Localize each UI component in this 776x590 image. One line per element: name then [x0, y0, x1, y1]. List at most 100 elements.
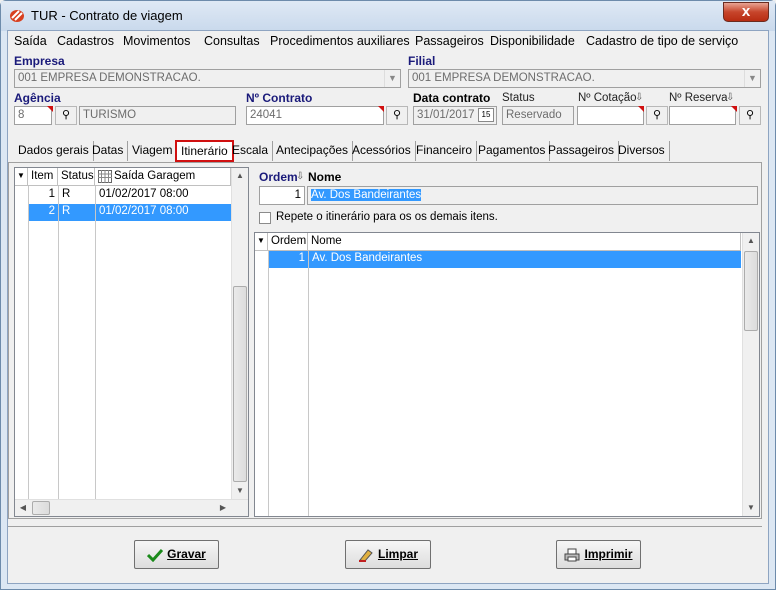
status-value: Reservado	[506, 109, 562, 121]
tab-viagem[interactable]: Viagem	[128, 141, 178, 161]
scroll-up-icon[interactable]: ▲	[232, 171, 248, 180]
menu-disponibilidade[interactable]: Disponibilidade	[490, 34, 575, 48]
data-contrato-label: Data contrato	[413, 91, 491, 105]
sort-down-icon: ⇩	[726, 92, 735, 103]
tab-label: Pagamentos	[478, 143, 546, 157]
contrato-value: 24041	[250, 109, 282, 121]
clear-label: Limpar	[377, 547, 418, 561]
agencia-label: Agência	[14, 91, 61, 105]
scroll-up-icon[interactable]: ▲	[743, 236, 759, 245]
binoculars-icon[interactable]: ⚲	[739, 106, 761, 125]
filial-label: Filial	[408, 54, 436, 68]
tab-escala[interactable]: Escala	[228, 141, 274, 161]
sort-down-icon: ⇩	[296, 171, 305, 182]
itinerary-grid[interactable]: ▼ Ordem Nome 1 Av. Dos Bandeirantes ▲ ▼	[254, 232, 760, 517]
scroll-right-icon[interactable]: ▶	[215, 503, 231, 512]
cotacao-label: Nº Cotação	[578, 92, 637, 104]
chevron-down-icon[interactable]: ▼	[744, 70, 760, 87]
menu-passageiros[interactable]: Passageiros	[415, 34, 484, 48]
tab-label: Antecipações	[276, 143, 349, 157]
row1-status[interactable]: R	[59, 187, 95, 204]
col-ordem[interactable]: Ordem	[268, 233, 308, 251]
scroll-left-icon[interactable]: ◀	[15, 503, 31, 512]
contrato-label: Nº Contrato	[246, 91, 313, 105]
vertical-scrollbar[interactable]: ▲ ▼	[742, 233, 759, 516]
print-button[interactable]: Imprimir	[556, 540, 641, 569]
nome-label: Nome	[308, 170, 342, 184]
tab-label: Dados gerais	[18, 143, 89, 157]
title-bar: TUR - Contrato de viagem x	[1, 1, 775, 31]
save-button[interactable]: Gravar	[134, 540, 219, 569]
binoculars-icon[interactable]: ⚲	[386, 106, 408, 125]
row1-saida[interactable]: 01/02/2017 08:00	[96, 187, 231, 204]
menu-consultas[interactable]: Consultas	[204, 34, 260, 48]
calendar-grid-icon	[98, 170, 112, 183]
row2-saida[interactable]: 01/02/2017 08:00	[96, 204, 231, 221]
tab-antecipacoes[interactable]: Antecipações	[272, 141, 354, 161]
required-marker	[638, 106, 644, 112]
required-marker	[47, 106, 53, 112]
itin-row1-nome[interactable]: Av. Dos Bandeirantes	[309, 251, 741, 268]
agencia-code: 8	[18, 109, 25, 121]
grid-menu-icon[interactable]: ▼	[255, 233, 268, 251]
tab-dados-gerais[interactable]: Dados gerais	[14, 141, 94, 161]
reserva-label: Nº Reserva	[669, 92, 728, 104]
scroll-thumb[interactable]	[32, 501, 50, 515]
reserva-field[interactable]	[669, 106, 736, 125]
app-icon	[10, 10, 24, 22]
status-label: Status	[502, 92, 535, 104]
chevron-down-icon[interactable]: ▼	[384, 70, 400, 87]
print-label: Imprimir	[584, 547, 633, 561]
ordem-field[interactable]: 1	[259, 186, 305, 205]
tab-pagamentos[interactable]: Pagamentos	[474, 141, 551, 161]
binoculars-icon[interactable]: ⚲	[55, 106, 77, 125]
repeat-checkbox[interactable]	[259, 212, 271, 224]
col-nome[interactable]: Nome	[308, 233, 741, 251]
close-button[interactable]: x	[723, 2, 769, 22]
itin-row1-ordem[interactable]: 1	[269, 251, 308, 268]
filial-combo[interactable]: 001 EMPRESA DEMONSTRACAO.	[408, 69, 761, 88]
tab-label: Itinerário	[181, 144, 228, 158]
row2-item[interactable]: 2	[29, 204, 58, 221]
tab-datas[interactable]: Datas	[88, 141, 129, 161]
tab-passageiros[interactable]: Passageiros	[544, 141, 620, 161]
nome-value: Av. Dos Bandeirantes	[311, 189, 422, 201]
contrato-field[interactable]: 24041	[246, 106, 384, 125]
menu-movimentos[interactable]: Movimentos	[123, 34, 190, 48]
required-marker	[378, 106, 384, 112]
col-saida-garagem[interactable]: Saída Garagem	[95, 168, 231, 186]
items-grid[interactable]: ▼ Item Status Saída Garagem 1 R 01/02/20…	[14, 167, 249, 517]
row2-status[interactable]: R	[59, 204, 95, 221]
empresa-combo[interactable]: 001 EMPRESA DEMONSTRACAO.	[14, 69, 401, 88]
grid-line	[308, 251, 309, 516]
tab-financeiro[interactable]: Financeiro	[412, 141, 478, 161]
eraser-icon	[358, 549, 373, 562]
scroll-down-icon[interactable]: ▼	[232, 486, 248, 495]
clear-button[interactable]: Limpar	[345, 540, 431, 569]
empresa-value: 001 EMPRESA DEMONSTRACAO.	[18, 72, 201, 84]
scroll-down-icon[interactable]: ▼	[743, 503, 759, 512]
grid-menu-icon[interactable]: ▼	[15, 168, 28, 186]
tab-itinerario[interactable]: Itinerário	[175, 140, 234, 162]
menu-cadastro-tipo-servico[interactable]: Cadastro de tipo de serviço	[586, 34, 738, 48]
cotacao-field[interactable]	[577, 106, 644, 125]
calendar-icon[interactable]: 15	[478, 108, 494, 122]
status-field: Reservado	[502, 106, 574, 125]
col-label: Saída Garagem	[114, 170, 196, 182]
nome-field[interactable]: Av. Dos Bandeirantes	[307, 186, 758, 205]
binoculars-icon[interactable]: ⚲	[646, 106, 668, 125]
col-item[interactable]: Item	[28, 168, 58, 186]
scroll-thumb[interactable]	[233, 286, 247, 482]
menu-cadastros[interactable]: Cadastros	[57, 34, 114, 48]
col-status[interactable]: Status	[58, 168, 95, 186]
menu-procedimentos[interactable]: Procedimentos auxiliares	[270, 34, 410, 48]
vertical-scrollbar[interactable]: ▲ ▼	[231, 168, 248, 499]
tab-acessorios[interactable]: Acessórios	[348, 141, 416, 161]
menu-saida[interactable]: Saída	[14, 34, 47, 48]
menu-bar: Saída Cadastros Movimentos Consultas Pro…	[8, 31, 768, 52]
row1-item[interactable]: 1	[29, 187, 58, 204]
tab-diversos[interactable]: Diversos	[614, 141, 670, 161]
tab-label: Financeiro	[416, 143, 473, 157]
scroll-thumb[interactable]	[744, 251, 758, 331]
horizontal-scrollbar[interactable]: ◀ ▶	[15, 499, 248, 516]
